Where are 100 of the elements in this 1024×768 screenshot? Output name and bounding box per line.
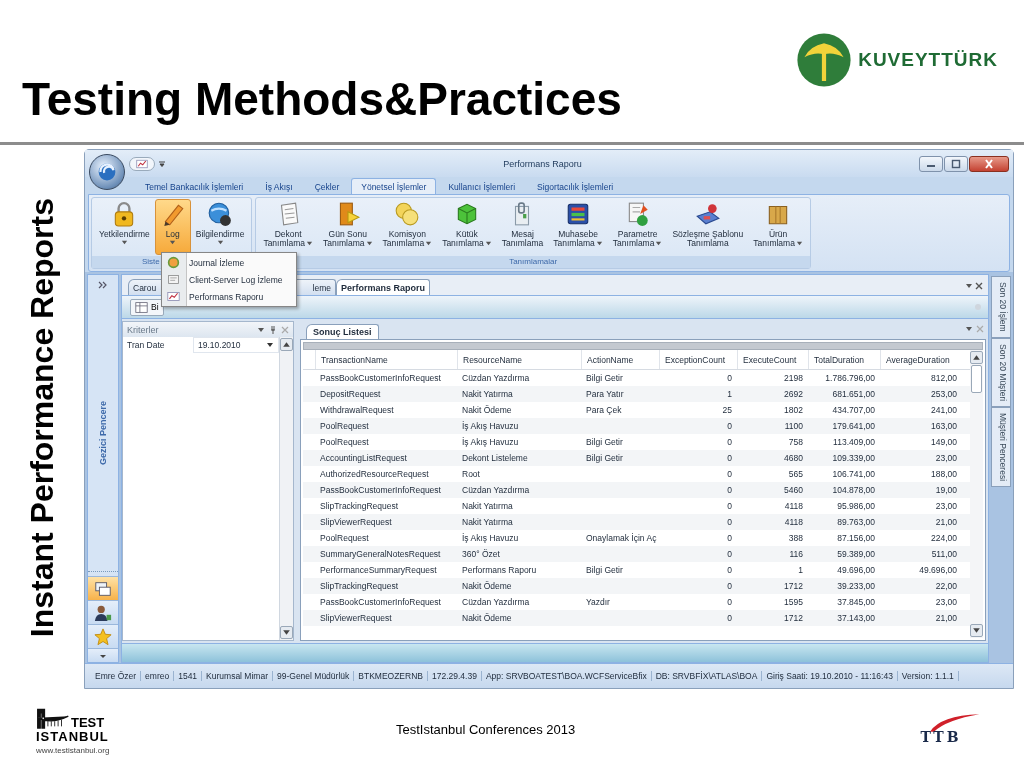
scroll-down-icon[interactable] [280,626,293,639]
table-row[interactable]: PassBookCustomerInfoRequest Cüzdan Yazdırma Bilgi Getir 0 2198 1.786.796,00 812,00 [303,370,970,386]
side-tab[interactable]: Son 20 Müşteri [991,337,1011,407]
table-cell-text: 0 [726,437,733,447]
table-row[interactable]: PerformanceSummaryRequest Performans Raporu Bilgi Getir 0 1 49.696,00 49.696,00 [303,562,970,578]
table-cell-text: 511,00 [930,549,958,559]
ribbon-tab[interactable]: İş Akışı [255,178,303,194]
table-cell-text: 388 [787,533,804,543]
column-header[interactable]: ExceptionCount [659,350,737,369]
table-cell-text: 2692 [783,389,804,399]
table-row[interactable]: PoolRequest İş Akış Havuzu Bilgi Getir 0 758 113.409,00 149,00 [303,434,970,450]
windows-icon [94,579,112,598]
ribbon-button[interactable]: Log [154,199,191,255]
ribbon-tab[interactable]: Kullanıcı İşlemleri [438,178,526,194]
expand-chevron-icon[interactable] [98,281,108,289]
scroll-thumb[interactable] [971,365,982,393]
table-cell-text: 106.741,00 [831,469,876,479]
caret-icon[interactable] [965,325,973,333]
ribbon-tab[interactable]: Sigortacılık İşlemleri [527,178,624,194]
close-icon[interactable] [975,282,983,290]
table-cell-text: 360° Özet [461,549,501,559]
table-cell-text: SlipTrackingRequest [319,581,400,591]
side-tab[interactable]: Son 20 İşlem [991,276,1011,338]
date-field[interactable]: 19.10.2010 [193,337,279,353]
coins-icon [394,201,421,227]
column-header[interactable]: AverageDuration [880,350,962,369]
scroll-up-icon[interactable] [280,338,293,351]
column-header[interactable]: ActionName [581,350,659,369]
table-row[interactable]: PassBookCustomerInfoRequest Cüzdan Yazdırma 0 5460 104.878,00 19,00 [303,482,970,498]
table-row[interactable]: PoolRequest İş Akış Havuzu Onaylamak İçin Aç 0 388 87.156,00 224,00 [303,530,970,546]
table-cell-text: Para Yatır [585,389,625,399]
menu-item[interactable]: Client-Server Log İzleme [163,271,295,288]
window-icon [167,273,180,286]
table-cell-text: Nakit Yatırma [461,389,514,399]
table-row[interactable]: SlipViewerRequest Nakit Yatırma 0 4118 89.763,00 21,00 [303,514,970,530]
table-cell-text: 1802 [783,405,804,415]
table-row[interactable]: AuthorizedResourceRequest Root 0 565 106.741,00 188,00 [303,466,970,482]
dropdown-caret-icon[interactable] [158,159,166,168]
table-cell-text: 95.986,00 [836,501,876,511]
scrollbar[interactable] [970,350,983,638]
ribbon-tab[interactable]: Çekler [304,178,350,194]
ribbon-button[interactable]: Ürün Tanımlama [748,199,808,255]
windows-button[interactable] [88,576,118,600]
column-header[interactable]: TransactionName [315,350,457,369]
ribbon-button[interactable]: Dekont Tanımlama [258,199,318,255]
table-cell-text: 5460 [783,485,804,495]
pin-icon[interactable] [269,325,277,334]
column-header[interactable]: TotalDuration [808,350,880,369]
table-cell-text: 812,00 [930,373,958,383]
ribbon-button[interactable]: Kütük Tanımlama [437,199,497,255]
table-row[interactable]: SlipTrackingRequest Nakit Yatırma 0 4118 95.986,00 23,00 [303,498,970,514]
panel-tab[interactable]: Sonuç Listesi [306,324,379,339]
table-row[interactable]: PassBookCustomerInfoRequest Cüzdan Yazdırma Yazdır 0 1595 37.845,00 23,00 [303,594,970,610]
table-row[interactable]: SlipTrackingRequest Nakit Ödeme 0 1712 39.233,00 22,00 [303,578,970,594]
minimize-button[interactable] [919,155,943,172]
scroll-down-icon[interactable] [970,624,983,637]
ribbon-button[interactable]: Yetkilendirme [94,199,155,255]
table-cell-text: 23,00 [934,597,958,607]
ribbon-tab[interactable]: Yönetsel İşlemler [351,178,437,194]
ribbon-button[interactable]: Komisyon Tanımlama [377,199,438,255]
table-cell-text: 0 [726,469,733,479]
scrollbar[interactable] [279,337,293,640]
scroll-up-icon[interactable] [970,351,983,364]
more-button[interactable] [88,648,118,662]
side-tab[interactable]: Müşteri Penceresi [991,406,1011,487]
column-header[interactable]: ResourceName [457,350,581,369]
menu-item[interactable]: Performans Raporu [163,288,295,305]
column-header[interactable]: ExecuteCount [737,350,808,369]
table-cell-text: Dekont Listeleme [461,453,529,463]
ribbon-tab[interactable]: Temel Bankacılık İşlemleri [135,178,254,194]
navigator-label[interactable]: Gezici Pencere [98,400,108,465]
maximize-button[interactable] [944,155,968,172]
caret-icon[interactable] [965,282,973,290]
status-item: Kurumsal Mimar [202,671,273,681]
ribbon-button[interactable]: Mesaj Tanımlama [496,199,549,255]
close-icon [983,158,995,169]
table-cell-text: 19,00 [934,485,958,495]
table-cell-text: Bilgi Getir [585,453,624,463]
ribbon-button[interactable]: Gün Sonu Tanımlama [317,199,378,255]
table-cell-text: 224,00 [930,533,958,543]
table-cell-text: SummaryGeneralNotesRequest [319,549,442,559]
close-button[interactable] [969,155,1009,172]
table-cell-text: 49.696,00 [918,565,958,575]
user-button[interactable] [88,600,118,624]
status-item: DB: SRVBFİX\ATLAS\BOA [651,671,763,681]
ribbon-button[interactable]: Muhasebe Tanımlama [548,199,608,255]
toolbar-button[interactable]: Bi [130,298,164,316]
ribbon-button[interactable]: Parametre Tanımlama [607,199,668,255]
table-cell-text: Cüzdan Yazdırma [461,597,531,607]
table-row[interactable]: SlipViewerRequest Nakit Ödeme 0 1712 37.143,00 21,00 [303,610,970,626]
table-cell-text: 49.696,00 [836,565,876,575]
table-row[interactable]: AccountingListRequest Dekont Listeleme Bilgi Getir 0 4680 109.339,00 23,00 [303,450,970,466]
ribbon-button[interactable]: Sözleşme Şablonu Tanımlama [667,199,749,255]
table-row[interactable]: DepositRequest Nakit Yatırma Para Yatır 1 2692 681.651,00 253,00 [303,386,970,402]
document-tab[interactable]: Performans Raporu [336,279,431,295]
table-row[interactable]: SummaryGeneralNotesRequest 360° Özet 0 116 59.389,00 511,00 [303,546,970,562]
table-row[interactable]: WithdrawalRequest Nakit Ödeme Para Çek 25 1802 434.707,00 241,00 [303,402,970,418]
table-row[interactable]: PoolRequest İş Akış Havuzu 0 1100 179.641,00 163,00 [303,418,970,434]
footer-text: TestIstanbul Conferences 2013 [396,721,577,737]
table-cell-text: 1712 [783,581,804,591]
